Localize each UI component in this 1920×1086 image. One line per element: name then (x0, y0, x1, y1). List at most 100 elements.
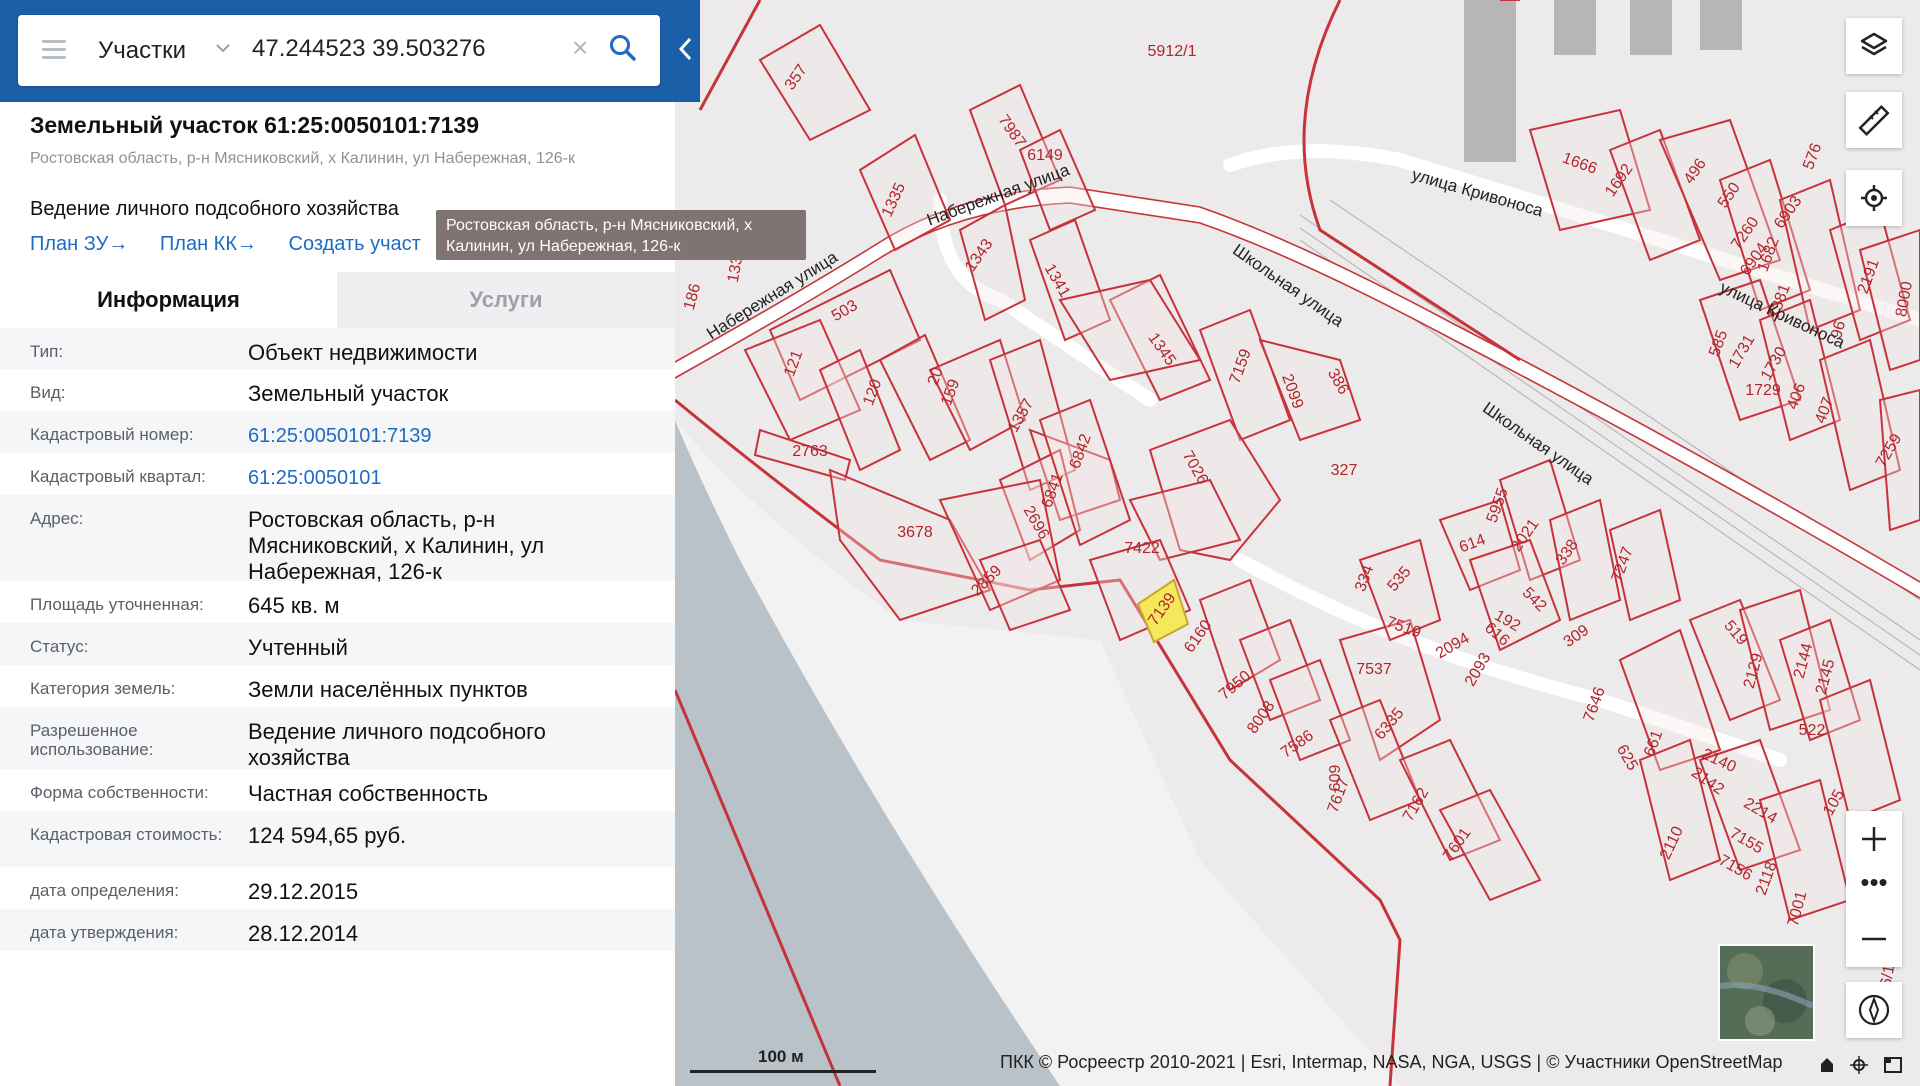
zoom-out-button[interactable] (1846, 911, 1902, 967)
parcel-label: 1729 (1745, 382, 1781, 399)
info-row: Кадастровый номер: 61:25:0050101:7139 (0, 411, 675, 453)
building (1464, 0, 1516, 162)
home-icon[interactable] (1821, 1058, 1833, 1072)
close-icon[interactable]: × (572, 33, 588, 63)
info-row: дата определения: 29.12.2015 (0, 867, 675, 909)
info-row-label: дата определения: (30, 881, 179, 900)
object-address: Ростовская область, р-н Мясниковский, х … (30, 150, 575, 167)
layers-button[interactable] (1846, 18, 1902, 74)
scale-label: 100 м (758, 1047, 804, 1066)
info-row: Категория земель: Земли населённых пункто… (0, 665, 675, 707)
info-row-value: 29.12.2015 (248, 879, 359, 904)
tab-information[interactable]: Информация (0, 272, 337, 328)
info-row-value: Ведение личного подсобного хозяйства (248, 719, 546, 770)
parcel[interactable] (1058, 278, 1202, 382)
create-parcel-link[interactable]: Создать участ (289, 233, 421, 255)
parcel-label: 309 (1561, 622, 1593, 651)
info-row-label: Форма собственности: (30, 783, 209, 802)
info-row-label: Разрешенное использование: (30, 721, 154, 759)
ruler-icon (1858, 104, 1890, 137)
measure-button[interactable] (1846, 92, 1902, 148)
info-row-value: Учтенный (248, 635, 348, 660)
tab-services[interactable]: Услуги (337, 272, 675, 328)
locate-icon (1861, 185, 1887, 211)
search-header: Участки × (0, 0, 700, 102)
more-icon[interactable]: ••• (1846, 867, 1902, 911)
building (1554, 0, 1596, 55)
fullscreen-icon[interactable] (1884, 1057, 1902, 1073)
info-row-value: Частная собственность (248, 781, 489, 806)
plan-kk-link[interactable]: План КК→ (160, 233, 257, 255)
parcel-label: 2763 (792, 443, 828, 460)
info-row-label: дата утверждения: (30, 923, 179, 942)
menu-icon[interactable] (42, 40, 66, 60)
info-row-value: Земли населённых пунктов (248, 677, 528, 702)
zoom-in-button[interactable] (1846, 811, 1902, 867)
compass-button[interactable] (1846, 982, 1902, 1038)
plus-icon (1862, 827, 1886, 851)
map-attribution: ПКК © Росреестр 2010-2021 | Esri, Interm… (1000, 1052, 1783, 1072)
scale-bar (690, 1070, 876, 1073)
parcel-label: 327 (1331, 462, 1358, 479)
info-row-label: Кадастровый номер: (30, 425, 194, 444)
plan-zu-link[interactable]: План ЗУ→ (30, 233, 128, 255)
chevron-down-icon[interactable] (214, 39, 234, 59)
bottom-icons (1815, 1052, 1911, 1082)
info-row: Кадастровый квартал: 61:25:0050101 (0, 453, 675, 495)
object-links: План ЗУ→ План КК→ Создать участ (30, 233, 447, 256)
search-icon[interactable] (608, 33, 640, 65)
address-tooltip: Ростовская область, р-н Мясниковский, х … (436, 210, 806, 260)
parcel-label: 186 (681, 282, 704, 312)
info-row-label: Площадь уточненная: (30, 595, 204, 614)
info-row: Разрешенное использование: Ведение личног… (0, 707, 675, 770)
compass-icon (1858, 994, 1890, 1026)
parcel[interactable] (758, 23, 872, 142)
info-row: Адрес: Ростовская область, р-н Мясниковск… (0, 495, 675, 584)
info-row: Статус: Учтенный (0, 623, 675, 665)
info-row-label: Вид: (30, 383, 66, 402)
info-row-value: 28.12.2014 (248, 921, 359, 946)
info-row-label: Категория земель: (30, 679, 176, 698)
info-row: Вид: Земельный участок (0, 369, 675, 411)
info-row-link[interactable]: 61:25:0050101:7139 (248, 423, 648, 449)
info-row: Кадастровая стоимость: 124 594,65 руб. (0, 811, 675, 867)
info-row-value: 124 594,65 руб. (248, 823, 407, 848)
info-row-label: Кадастровый квартал: (30, 467, 206, 486)
parcel-label: 576 (1800, 141, 1825, 172)
info-panel: Земельный участок 61:25:0050101:7139 Рос… (0, 0, 675, 1086)
minus-icon (1862, 937, 1886, 941)
parcel-label: 7422 (1124, 540, 1160, 557)
building (1630, 0, 1672, 55)
info-row-value: 645 кв. м (248, 593, 340, 618)
target-icon[interactable] (1850, 1056, 1868, 1074)
parcel-label: 522 (1799, 722, 1826, 739)
basemap-thumbnail[interactable] (1718, 944, 1815, 1041)
parcel-label: 6149 (1027, 147, 1063, 164)
info-row-link[interactable]: 61:25:0050101 (248, 465, 648, 491)
parcel-label: 7537 (1356, 661, 1392, 678)
parcel-label: 3678 (897, 524, 933, 541)
building (1700, 0, 1742, 50)
search-box: Участки × (18, 15, 660, 86)
zoom-control: ••• (1846, 811, 1902, 967)
layers-icon (1860, 32, 1888, 56)
search-input[interactable] (252, 29, 552, 69)
tabs: Информация Услуги (0, 272, 675, 328)
collapse-panel-icon[interactable] (677, 36, 697, 66)
object-usage: Ведение личного подсобного хозяйства (30, 198, 399, 220)
info-row: Тип: Объект недвижимости (0, 328, 675, 369)
info-row: дата утверждения: 28.12.2014 (0, 909, 675, 951)
info-row-label: Статус: (30, 637, 89, 656)
info-row-value: Земельный участок (248, 381, 449, 406)
info-row: Площадь уточненная: 645 кв. м (0, 581, 675, 623)
info-row-label: Тип: (30, 342, 64, 361)
info-row-label: Кадастровая стоимость: (30, 825, 223, 844)
info-row-value: Объект недвижимости (248, 340, 478, 365)
info-row: Форма собственности: Частная собственност… (0, 769, 675, 811)
locate-button[interactable] (1846, 170, 1902, 226)
info-row-label: Адрес: (30, 509, 84, 528)
object-title: Земельный участок 61:25:0050101:7139 (30, 112, 480, 138)
parcel-label: 5912/1 (1148, 43, 1197, 60)
layer-select[interactable]: Участки (98, 37, 186, 65)
info-row-value: Ростовская область, р-н Мясниковский, х … (248, 507, 545, 584)
